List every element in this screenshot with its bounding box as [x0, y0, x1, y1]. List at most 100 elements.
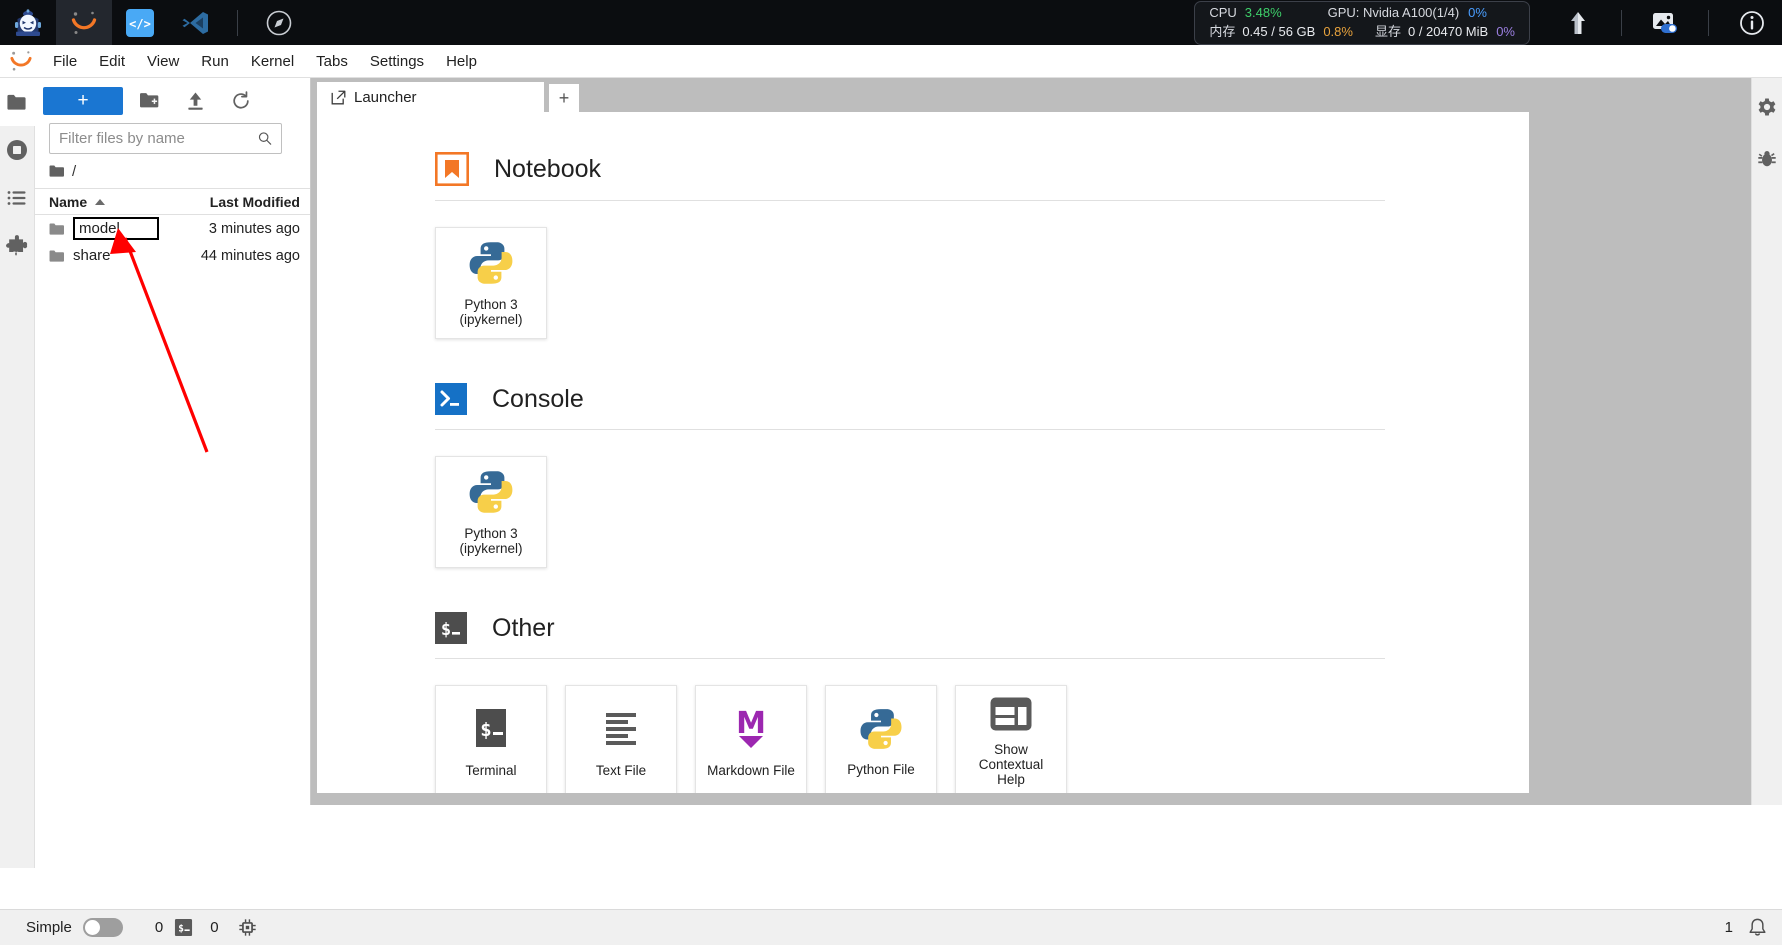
notifications-button[interactable] [1747, 917, 1768, 938]
launcher-card-text-file[interactable]: Text File [565, 685, 677, 793]
taskbar-image-toggle-button[interactable] [1635, 0, 1695, 45]
menu-help[interactable]: Help [435, 49, 488, 74]
menu-edit[interactable]: Edit [88, 49, 136, 74]
upload-arrow-icon [1571, 11, 1585, 34]
sidebar-item-extensions[interactable] [0, 222, 35, 270]
filter-wrapper [35, 123, 310, 154]
menu-kernel[interactable]: Kernel [240, 49, 305, 74]
running-sessions-icon [7, 140, 27, 160]
markdown-icon: M [736, 706, 766, 748]
search-input[interactable] [59, 130, 258, 147]
vram-value: 0 / 20470 MiB [1407, 23, 1489, 39]
sidebar-item-commands[interactable] [0, 174, 35, 222]
launcher-card-label: Python 3 (ipykernel) [455, 297, 526, 327]
vram-percent: 0% [1496, 23, 1515, 39]
taskbar-app-compass[interactable] [251, 0, 307, 45]
cpu-value: 3.48% [1244, 4, 1282, 20]
menu-file[interactable]: File [42, 49, 88, 74]
launcher-card-label: Python File [847, 761, 915, 777]
kernel-status-button[interactable] [238, 918, 257, 937]
breadcrumb[interactable]: / [35, 154, 310, 188]
card-line1: Python 3 [464, 297, 518, 312]
launcher-card-markdown-file[interactable]: M Markdown File [695, 685, 807, 793]
debugger-icon [1758, 151, 1776, 167]
table-row[interactable]: model 3 minutes ago [35, 215, 310, 242]
commands-list-icon [7, 191, 26, 205]
breadcrumb-root-label: / [72, 162, 77, 180]
launcher-card-notebook-python3[interactable]: Python 3 (ipykernel) [435, 227, 547, 339]
tab-launcher[interactable]: Launcher [317, 82, 544, 112]
bottom-status-bar: Simple 0 $ 0 1 [0, 909, 1782, 945]
sidebar-item-running-sessions[interactable] [0, 126, 35, 174]
new-launcher-button[interactable]: + [43, 86, 123, 115]
file-row-name-model[interactable]: model [49, 217, 180, 240]
rename-input[interactable]: model [73, 217, 159, 240]
new-folder-button[interactable] [129, 87, 169, 115]
launcher-panel: Notebook Python 3 (ipykernel) Console Py… [317, 112, 1529, 793]
gpu-value: 0% [1468, 4, 1487, 20]
table-row[interactable]: share 44 minutes ago [35, 242, 310, 269]
simple-mode-toggle[interactable] [82, 918, 123, 937]
svg-text:M: M [736, 706, 766, 741]
upload-files-button[interactable] [175, 87, 215, 115]
card-line2: (ipykernel) [459, 312, 523, 327]
launcher-card-show-contextual-help[interactable]: Show Contextual Help [955, 685, 1067, 793]
section-header-console: Console [435, 383, 1529, 415]
launcher-cards-other: $ Terminal Text File M Markdown File Pyt… [435, 685, 1529, 793]
column-header-last-modified[interactable]: Last Modified [180, 194, 300, 210]
card-line1: Show [994, 741, 1028, 757]
section-header-other: $ Other [435, 612, 1529, 644]
right-activity-bar [1751, 78, 1782, 805]
menu-view[interactable]: View [136, 49, 190, 74]
notification-count[interactable]: 1 [1725, 919, 1733, 936]
terminal-count[interactable]: 0 [210, 919, 218, 936]
taskbar-app-robot-mascot[interactable] [0, 0, 56, 45]
taskbar-app-code-server[interactable]: </> [112, 0, 168, 45]
section-divider-notebook [435, 200, 1385, 201]
taskbar-info-button[interactable] [1722, 0, 1782, 45]
cpu-label: CPU [1209, 4, 1237, 20]
upload-icon [187, 91, 203, 110]
svg-text:$: $ [480, 719, 491, 741]
column-header-name[interactable]: Name [49, 194, 180, 210]
section-divider-other [435, 658, 1385, 659]
sidebar-item-debugger[interactable] [1752, 146, 1782, 172]
file-row-name-share[interactable]: share [49, 247, 180, 264]
other-shell-icon: $ [435, 612, 467, 644]
text-file-icon [606, 712, 636, 745]
file-browser-panel: + Filter files by name / Name Last Modif… [35, 78, 311, 805]
new-tab-button[interactable]: + [549, 84, 579, 112]
python-logo-icon [469, 242, 513, 284]
card-line3: Help [997, 771, 1025, 787]
kernel-session-count[interactable]: 0 [155, 919, 163, 936]
jupyterlab-logo [0, 48, 42, 74]
launcher-card-python-file[interactable]: Python File [825, 685, 937, 793]
filter-files-box[interactable] [49, 123, 282, 154]
folder-icon [49, 222, 64, 235]
taskbar-app-vscode[interactable] [168, 0, 224, 45]
sort-ascending-icon [95, 198, 106, 205]
sidebar-item-property-inspector[interactable] [1752, 94, 1782, 120]
image-toggle-icon [1653, 12, 1677, 33]
launcher-card-label: Python 3 (ipykernel) [455, 526, 526, 556]
svg-text:$: $ [441, 620, 451, 640]
menu-tabs[interactable]: Tabs [305, 49, 359, 74]
extensions-puzzle-icon [5, 234, 27, 256]
menu-run[interactable]: Run [190, 49, 240, 74]
refresh-filelist-button[interactable] [221, 87, 261, 115]
contextual-help-icon [990, 697, 1032, 730]
info-circle-icon [1740, 10, 1764, 35]
sidebar-item-file-browser[interactable] [0, 78, 35, 126]
menu-settings[interactable]: Settings [359, 49, 435, 74]
breadcrumb-folder-icon [49, 165, 64, 177]
section-header-notebook: Notebook [435, 152, 1529, 186]
launcher-cards-notebook: Python 3 (ipykernel) [435, 227, 1529, 339]
launcher-card-console-python3[interactable]: Python 3 (ipykernel) [435, 456, 547, 568]
terminal-icon: $ [476, 708, 506, 747]
taskbar-upload-button[interactable] [1548, 0, 1608, 45]
terminal-status-button[interactable]: $ [174, 918, 193, 937]
launcher-card-terminal[interactable]: $ Terminal [435, 685, 547, 793]
taskbar-divider-3 [1708, 9, 1709, 36]
taskbar-app-jupyter[interactable] [56, 0, 112, 45]
dock-tabbar: Launcher + [317, 82, 1747, 112]
